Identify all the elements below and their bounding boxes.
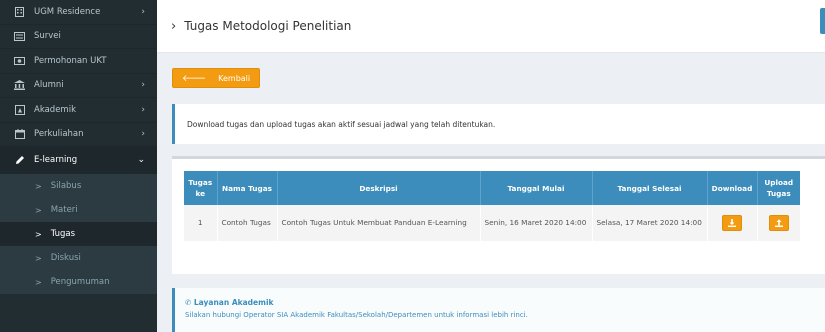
col-header-no: Tugas ke <box>184 171 218 205</box>
chevron-right-icon: › <box>141 104 145 115</box>
cell-upload <box>757 205 800 241</box>
sidebar-item-label: Perkuliahan <box>34 129 84 140</box>
main-content: › Tugas Metodologi Penelitian 🡐 Kembali … <box>157 0 825 332</box>
cell-start: Senin, 16 Maret 2020 14:00 <box>480 205 593 241</box>
calendar-icon <box>14 129 25 140</box>
table-header-row: Tugas ke Nama Tugas Deskripsi Tanggal Mu… <box>184 171 800 205</box>
back-button-label: Kembali <box>218 73 251 83</box>
chevron-right-icon: › <box>141 80 145 91</box>
col-header-start: Tanggal Mulai <box>480 171 593 205</box>
col-header-name: Nama Tugas <box>217 171 278 205</box>
academic-service-title: ✆ Layanan Akademik <box>185 298 825 307</box>
tasks-table-box: Tugas ke Nama Tugas Deskripsi Tanggal Mu… <box>172 156 825 274</box>
sidebar-item-label: UGM Residence <box>34 6 101 17</box>
chevron-right-icon: › <box>141 6 145 17</box>
page-title: Tugas Metodologi Penelitian <box>184 19 352 33</box>
col-header-end: Tanggal Selesai <box>592 171 708 205</box>
book-icon <box>14 104 25 115</box>
chevron-down-icon: ⌄ <box>137 155 145 165</box>
sidebar-item-akademik[interactable]: Akademik › <box>0 98 157 123</box>
sidebar-item-label: Survei <box>34 31 61 42</box>
side-tab-handle[interactable] <box>820 8 825 34</box>
sidebar-subitem-materi[interactable]: > Materi <box>0 198 157 222</box>
chevron-right-icon: > <box>35 277 42 287</box>
sidebar-subitem-pengumuman[interactable]: > Pengumuman <box>0 270 157 294</box>
sidebar-subitem-label: Tugas <box>50 229 76 239</box>
tasks-table: Tugas ke Nama Tugas Deskripsi Tanggal Mu… <box>184 171 800 241</box>
sidebar-item-label: Alumni <box>34 80 64 91</box>
sidebar-subitem-label: Materi <box>50 205 78 215</box>
phone-icon: ✆ <box>185 298 194 307</box>
cell-no: 1 <box>184 205 218 241</box>
col-header-download: Download <box>707 171 758 205</box>
cell-desc: Contoh Tugas Untuk Membuat Panduan E-Lea… <box>277 205 481 241</box>
upload-button[interactable] <box>768 215 789 231</box>
chevron-right-icon: › <box>171 18 177 34</box>
cell-name: Contoh Tugas <box>217 205 278 241</box>
bank-icon <box>14 80 25 91</box>
sidebar: UGM Residence › Survei Permohonan UKT Al… <box>0 0 157 332</box>
sidebar-item-survei[interactable]: Survei <box>0 25 157 49</box>
info-text: Download tugas dan upload tugas akan akt… <box>187 119 496 129</box>
cell-end: Selasa, 17 Maret 2020 14:00 <box>592 205 708 241</box>
sidebar-item-e-learning[interactable]: E-learning ⌄ <box>0 147 157 174</box>
cell-download <box>707 205 758 241</box>
sidebar-subitem-diskusi[interactable]: > Diskusi <box>0 246 157 270</box>
sidebar-item-perkuliahan[interactable]: Perkuliahan › <box>0 123 157 147</box>
building-icon <box>14 6 25 17</box>
page-header: › Tugas Metodologi Penelitian <box>157 0 825 53</box>
academic-service-text: Silakan hubungi Operator SIA Akademik Fa… <box>185 311 528 319</box>
sidebar-subitem-tugas[interactable]: > Tugas <box>0 222 157 246</box>
chevron-right-icon: > <box>35 253 42 263</box>
table-row: 1 Contoh Tugas Contoh Tugas Untuk Membua… <box>184 205 800 241</box>
chevron-right-icon: > <box>35 181 42 191</box>
col-header-desc: Deskripsi <box>277 171 481 205</box>
list-icon <box>14 31 25 41</box>
sidebar-item-label: Akademik <box>34 104 76 115</box>
sidebar-item-permohonan-ukt[interactable]: Permohonan UKT <box>0 49 157 74</box>
sidebar-item-label: Permohonan UKT <box>34 55 107 66</box>
arrow-left-icon: 🡐 <box>182 73 207 84</box>
download-icon <box>728 219 736 227</box>
sidebar-item-label: E-learning <box>34 155 78 165</box>
upload-icon <box>774 219 783 227</box>
sidebar-item-ugm-residence[interactable]: UGM Residence › <box>0 0 157 25</box>
col-header-upload: Upload Tugas <box>757 171 800 205</box>
pencil-icon <box>14 155 25 165</box>
back-button[interactable]: 🡐 Kembali <box>172 68 260 88</box>
sidebar-subitem-label: Pengumuman <box>50 277 110 287</box>
academic-service-title-text: Layanan Akademik <box>193 298 274 307</box>
download-button[interactable] <box>722 215 742 231</box>
sidebar-item-alumni[interactable]: Alumni › <box>0 74 157 98</box>
chevron-right-icon: > <box>35 229 42 239</box>
money-icon <box>14 56 25 66</box>
academic-service-callout: ✆ Layanan Akademik Silakan hubungi Opera… <box>172 288 825 332</box>
chevron-right-icon: › <box>141 129 145 140</box>
sidebar-subitem-label: Diskusi <box>50 253 81 263</box>
sidebar-subitem-label: Silabus <box>50 181 82 191</box>
chevron-right-icon: > <box>35 205 42 215</box>
sidebar-subitem-silabus[interactable]: > Silabus <box>0 174 157 198</box>
info-callout: Download tugas dan upload tugas akan akt… <box>172 104 825 144</box>
